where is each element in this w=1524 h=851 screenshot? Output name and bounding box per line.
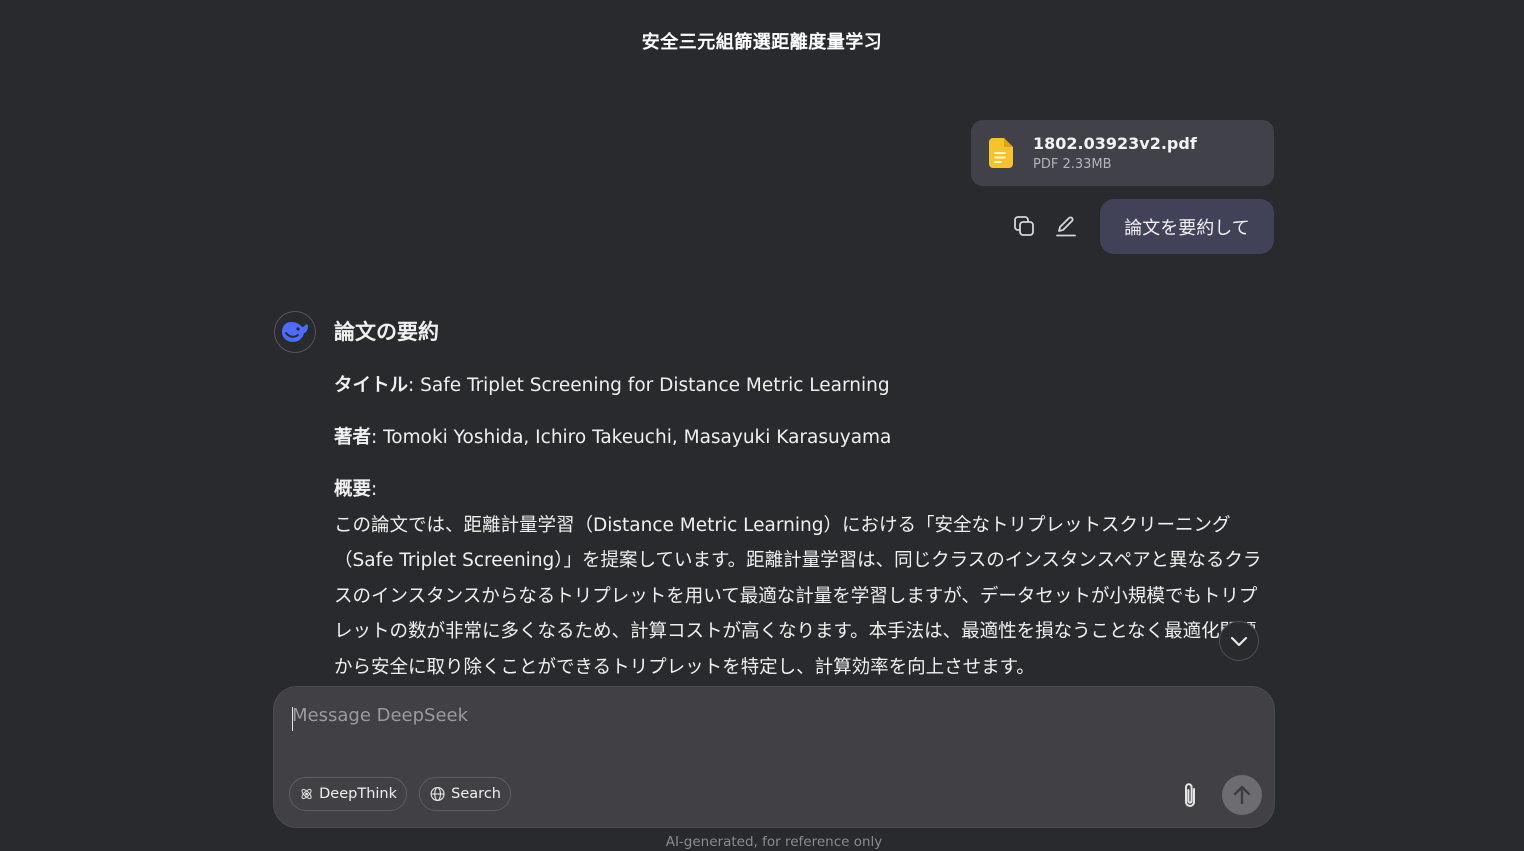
assistant-avatar xyxy=(274,311,316,353)
title-value: : Safe Triplet Screening for Distance Me… xyxy=(408,375,890,396)
assistant-message: 論文の要約 タイトル: Safe Triplet Screening for D… xyxy=(334,316,1274,685)
paper-title-line: タイトル: Safe Triplet Screening for Distanc… xyxy=(334,368,1274,403)
summary-heading: 論文の要約 xyxy=(334,320,439,344)
user-message-bubble: 論文を要約して xyxy=(1100,199,1274,254)
message-input[interactable] xyxy=(292,705,1142,726)
authors-label: 著者 xyxy=(334,427,372,448)
document-icon xyxy=(989,138,1013,168)
abstract-label: 概要 xyxy=(334,479,372,500)
send-button[interactable] xyxy=(1222,775,1262,815)
conversation-title: 安全三元組篩選距離度量学习 xyxy=(641,32,883,53)
abstract-colon: : xyxy=(371,479,378,500)
attachment-file-name: 1802.03923v2.pdf xyxy=(1033,134,1197,153)
search-label: Search xyxy=(451,786,501,802)
attachment-file-meta: PDF 2.33MB xyxy=(1033,157,1112,172)
chat-page: 安全三元組篩選距離度量学习 1802.03923v2.pdf PDF 2.33M… xyxy=(0,0,1524,851)
deepseek-whale-icon xyxy=(282,322,308,342)
authors-value: : Tomoki Yoshida, Ichiro Takeuchi, Masay… xyxy=(371,427,892,448)
abstract-label-line: 概要: xyxy=(334,472,1274,508)
title-label: タイトル xyxy=(334,375,409,396)
deepthink-label: DeepThink xyxy=(319,786,397,802)
deepthink-toggle[interactable]: DeepThink xyxy=(289,777,407,811)
paperclip-icon xyxy=(1185,783,1195,807)
globe-icon xyxy=(430,786,445,802)
atom-icon xyxy=(301,788,312,800)
pencil-icon xyxy=(1056,216,1076,237)
chevron-down-icon xyxy=(1230,636,1248,647)
edit-button[interactable] xyxy=(1052,212,1080,240)
scroll-to-bottom-button[interactable] xyxy=(1219,621,1259,661)
attachment-card[interactable]: 1802.03923v2.pdf PDF 2.33MB xyxy=(971,120,1274,186)
search-toggle[interactable]: Search xyxy=(419,777,511,811)
attach-file-button[interactable] xyxy=(1176,779,1204,813)
copy-icon xyxy=(1014,216,1034,236)
user-message-actions xyxy=(1010,212,1080,240)
attachment-info: 1802.03923v2.pdf PDF 2.33MB xyxy=(1033,134,1197,172)
message-composer: DeepThink Search xyxy=(273,686,1275,828)
copy-button[interactable] xyxy=(1010,212,1038,240)
text-caret xyxy=(292,707,293,731)
paper-authors-line: 著者: Tomoki Yoshida, Ichiro Takeuchi, Mas… xyxy=(334,420,1274,455)
arrow-up-icon xyxy=(1233,785,1251,805)
abstract-text: この論文では、距離計量学習（Distance Metric Learning）に… xyxy=(334,514,1262,678)
disclaimer-note: AI-generated, for reference only xyxy=(665,834,883,850)
